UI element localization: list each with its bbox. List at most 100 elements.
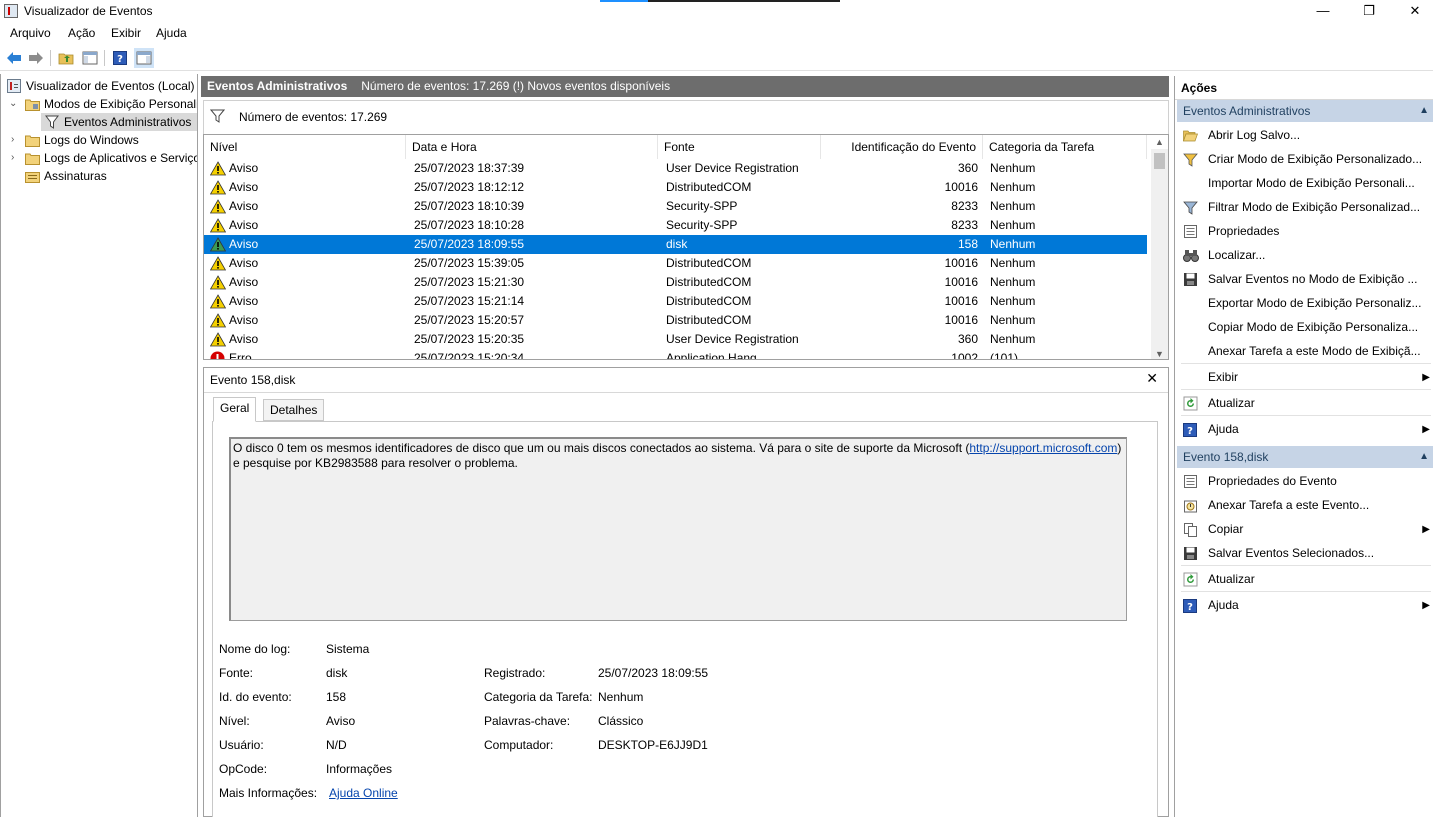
action-importar-modo-de-exibi-o-personali[interactable]: Importar Modo de Exibição Personali... (1177, 172, 1433, 195)
action-anexar-tarefa-a-este-modo-de-exibi[interactable]: Anexar Tarefa a este Modo de Exibiçã... (1177, 340, 1433, 363)
table-row[interactable]: Aviso 25/07/2023 15:39:05 DistributedCOM Ne… (204, 254, 1147, 273)
table-row[interactable]: Aviso 25/07/2023 18:12:12 DistributedCOM Ne… (204, 178, 1147, 197)
action-atualizar[interactable]: Atualizar (1177, 392, 1433, 415)
filter-bar: Número de eventos: 17.269 (203, 100, 1169, 134)
cell-datetime: 25/07/2023 15:20:35 (414, 332, 525, 346)
level-label: Nível: (219, 714, 250, 728)
save-icon (1183, 272, 1198, 287)
event-description[interactable]: O disco 0 tem os mesmos identificadores … (229, 437, 1127, 621)
action-salvar-eventos-selecionados[interactable]: Salvar Eventos Selecionados... (1177, 542, 1433, 565)
action-filtrar-modo-de-exibi-o-personalizad[interactable]: Filtrar Modo de Exibição Personalizad... (1177, 196, 1433, 219)
action-label: Localizar... (1208, 248, 1266, 262)
menu-ajuda[interactable]: Ajuda (156, 26, 187, 40)
restore-button[interactable]: ❐ (1346, 0, 1392, 22)
action-label: Propriedades do Evento (1208, 474, 1337, 488)
show-hide-action-pane-icon[interactable] (134, 48, 154, 68)
table-row[interactable]: Aviso 25/07/2023 15:21:30 DistributedCOM Ne… (204, 273, 1147, 292)
scrollbar-thumb[interactable] (1154, 153, 1165, 169)
column-header-source[interactable]: Fonte (658, 135, 821, 159)
submenu-arrow-icon: ▶ (1422, 524, 1430, 535)
scroll-up-arrow-icon[interactable]: ▲ (1155, 137, 1164, 147)
action-localizar[interactable]: Localizar... (1177, 244, 1433, 267)
online-help-link[interactable]: Ajuda Online (329, 786, 398, 800)
cell-datetime: 25/07/2023 15:20:34 (414, 351, 525, 360)
copy-icon (1183, 522, 1198, 537)
tab-detalhes[interactable]: Detalhes (263, 399, 325, 421)
show-hide-console-tree-icon[interactable] (80, 48, 100, 68)
menu-acao[interactable]: Ação (68, 26, 95, 40)
action-propriedades[interactable]: Propriedades (1177, 220, 1433, 243)
action-anexar-tarefa-a-este-evento[interactable]: Anexar Tarefa a este Evento... (1177, 494, 1433, 517)
cell-level: Aviso (229, 180, 259, 194)
table-row[interactable]: Aviso 25/07/2023 15:20:35 User Device Regi… (204, 330, 1147, 349)
warning-icon (209, 237, 227, 252)
menu-exibir[interactable]: Exibir (111, 26, 141, 40)
folder-icon (25, 98, 40, 112)
table-row[interactable]: Aviso 25/07/2023 15:20:57 DistributedCOM Ne… (204, 311, 1147, 330)
scroll-down-arrow-icon[interactable]: ▼ (1155, 349, 1164, 359)
collapse-caret-icon[interactable]: ▲ (1419, 446, 1429, 468)
cell-task-category: Nenhum (990, 218, 1036, 232)
cell-datetime: 25/07/2023 15:21:30 (414, 275, 525, 289)
cell-event-id: 10016 (944, 313, 978, 327)
action-ajuda[interactable]: ? Ajuda ▶ (1177, 594, 1433, 617)
table-row[interactable]: Aviso 25/07/2023 18:10:28 Security-SPP Nenh… (204, 216, 1147, 235)
action-exportar-modo-de-exibi-o-personaliz[interactable]: Exportar Modo de Exibição Personaliz... (1177, 292, 1433, 315)
cell-task-category: Nenhum (990, 294, 1036, 308)
action-salvar-eventos-no-modo-de-exibi-o[interactable]: Salvar Eventos no Modo de Exibição ... (1177, 268, 1433, 291)
forward-arrow-icon[interactable] (26, 48, 46, 68)
chevron-right-icon[interactable]: › (11, 134, 14, 145)
actions-section-admin-events[interactable]: Eventos Administrativos ▲ (1177, 100, 1433, 122)
action-ajuda[interactable]: ? Ajuda ▶ (1177, 418, 1433, 441)
table-row[interactable]: Aviso 25/07/2023 18:10:39 Security-SPP Nenh… (204, 197, 1147, 216)
column-header-datetime[interactable]: Data e Hora (406, 135, 658, 159)
column-header-event-id[interactable]: Identificação do Evento (821, 135, 983, 159)
tree-root-event-viewer[interactable]: Visualizador de Eventos (Local) (7, 77, 195, 95)
table-row[interactable]: Aviso 25/07/2023 15:21:14 DistributedCOM Ne… (204, 292, 1147, 311)
action-copiar[interactable]: Copiar ▶ (1177, 518, 1433, 541)
cell-task-category: Nenhum (990, 275, 1036, 289)
column-header-level[interactable]: Nível (204, 135, 406, 159)
refresh-icon (1183, 396, 1198, 411)
chevron-down-icon[interactable]: ⌄ (9, 98, 17, 109)
table-row[interactable]: Aviso 25/07/2023 18:09:55 disk Nenhum 158 (204, 235, 1147, 254)
tree-item-subscriptions[interactable]: Assinaturas (25, 167, 107, 185)
collapse-caret-icon[interactable]: ▲ (1419, 100, 1429, 122)
action-separator (1181, 363, 1431, 364)
events-scrollbar[interactable]: ▲ ▼ (1151, 137, 1168, 359)
table-row[interactable]: Erro 25/07/2023 15:20:34 Application Hang (… (204, 349, 1147, 360)
action-criar-modo-de-exibi-o-personalizado[interactable]: Criar Modo de Exibição Personalizado... (1177, 148, 1433, 171)
action-atualizar[interactable]: Atualizar (1177, 568, 1433, 591)
minimize-button[interactable]: — (1300, 0, 1346, 22)
warning-icon (209, 332, 227, 347)
action-exibir[interactable]: Exibir ▶ (1177, 366, 1433, 389)
action-abrir-log-salvo[interactable]: Abrir Log Salvo... (1177, 124, 1433, 147)
event-viewer-icon (7, 79, 21, 93)
column-header-task-category[interactable]: Categoria da Tarefa (983, 135, 1147, 159)
cell-level: Aviso (229, 294, 259, 308)
open-folder-icon (1183, 128, 1198, 143)
help-icon[interactable]: ? (110, 48, 130, 68)
close-button[interactable]: ✕ (1392, 0, 1433, 22)
cell-task-category: Nenhum (990, 237, 1036, 251)
tree-item-app-service-logs[interactable]: Logs de Aplicativos e Serviço (25, 149, 197, 167)
tree-item-custom-views[interactable]: Modos de Exibição Personali (25, 95, 197, 113)
back-arrow-icon[interactable] (4, 48, 24, 68)
actions-section-event[interactable]: Evento 158,disk ▲ (1177, 446, 1433, 468)
menu-arquivo[interactable]: Arquivo (10, 26, 51, 40)
table-row[interactable]: Aviso 25/07/2023 18:37:39 User Device Regi… (204, 159, 1147, 178)
action-copiar-modo-de-exibi-o-personaliza[interactable]: Copiar Modo de Exibição Personaliza... (1177, 316, 1433, 339)
up-folder-icon[interactable] (56, 48, 76, 68)
svg-text:?: ? (1187, 602, 1193, 613)
action-propriedades-do-evento[interactable]: Propriedades do Evento (1177, 470, 1433, 493)
chevron-right-icon[interactable]: › (11, 152, 14, 163)
detail-close-icon[interactable]: ✕ (1146, 370, 1158, 387)
window-title: Visualizador de Eventos (24, 4, 153, 18)
cell-event-id: 360 (957, 161, 978, 175)
task-icon (1183, 498, 1198, 513)
support-link[interactable]: http://support.microsoft.com (969, 441, 1117, 455)
cell-task-category: Nenhum (990, 161, 1036, 175)
tree-item-admin-events[interactable]: Eventos Administrativos (41, 113, 197, 131)
tree-item-windows-logs[interactable]: Logs do Windows (25, 131, 139, 149)
tab-geral[interactable]: Geral (213, 397, 257, 422)
